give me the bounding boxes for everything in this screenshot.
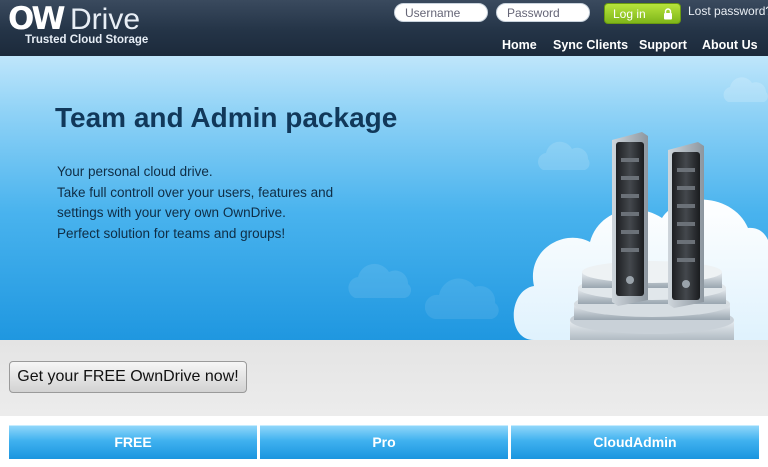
lost-password-link[interactable]: Lost password? [688, 4, 768, 18]
plan-tab-free[interactable]: FREE [9, 425, 257, 459]
plan-tabs: FREE Pro CloudAdmin [0, 416, 768, 467]
hero-line: Your personal cloud drive. [57, 164, 213, 179]
hero-line: settings with your very own OwnDrive. [57, 205, 286, 220]
plan-tab-pro[interactable]: Pro [260, 425, 508, 459]
plan-tab-cloudadmin[interactable]: CloudAdmin [511, 425, 759, 459]
username-input[interactable] [394, 3, 488, 22]
hero-line: Take full controll over your users, feat… [57, 184, 334, 200]
nav-about-us[interactable]: About Us [702, 38, 758, 52]
password-input[interactable] [496, 3, 590, 22]
site-header: OW Drive Trusted Cloud Storage Log in Lo… [0, 0, 768, 56]
nav-home[interactable]: Home [502, 38, 537, 52]
get-free-owndrive-button[interactable]: Get your FREE OwnDrive now! [9, 361, 247, 393]
hero-description: Your personal cloud drive. Take full con… [57, 162, 333, 244]
login-button[interactable]: Log in [604, 3, 681, 24]
login-button-label: Log in [613, 6, 646, 21]
nav-sync-clients[interactable]: Sync Clients [553, 38, 628, 52]
cloud-icon [723, 77, 768, 102]
hero-line: Perfect solution for teams and groups! [57, 225, 286, 241]
main-nav: Home Sync Clients Support About Us [0, 38, 768, 54]
logo-ow: OW [8, 1, 66, 37]
cloud-icon [348, 263, 412, 298]
hero-banner: Team and Admin package Your personal clo… [0, 56, 768, 340]
hero-title: Team and Admin package [55, 102, 398, 133]
servers-on-cloud-illustration [513, 132, 768, 340]
nav-support[interactable]: Support [639, 38, 687, 52]
logo-drive: Drive [70, 3, 141, 36]
cta-band: Get your FREE OwnDrive now! [0, 340, 768, 416]
cloud-icon [425, 278, 499, 319]
lock-icon [664, 8, 672, 20]
